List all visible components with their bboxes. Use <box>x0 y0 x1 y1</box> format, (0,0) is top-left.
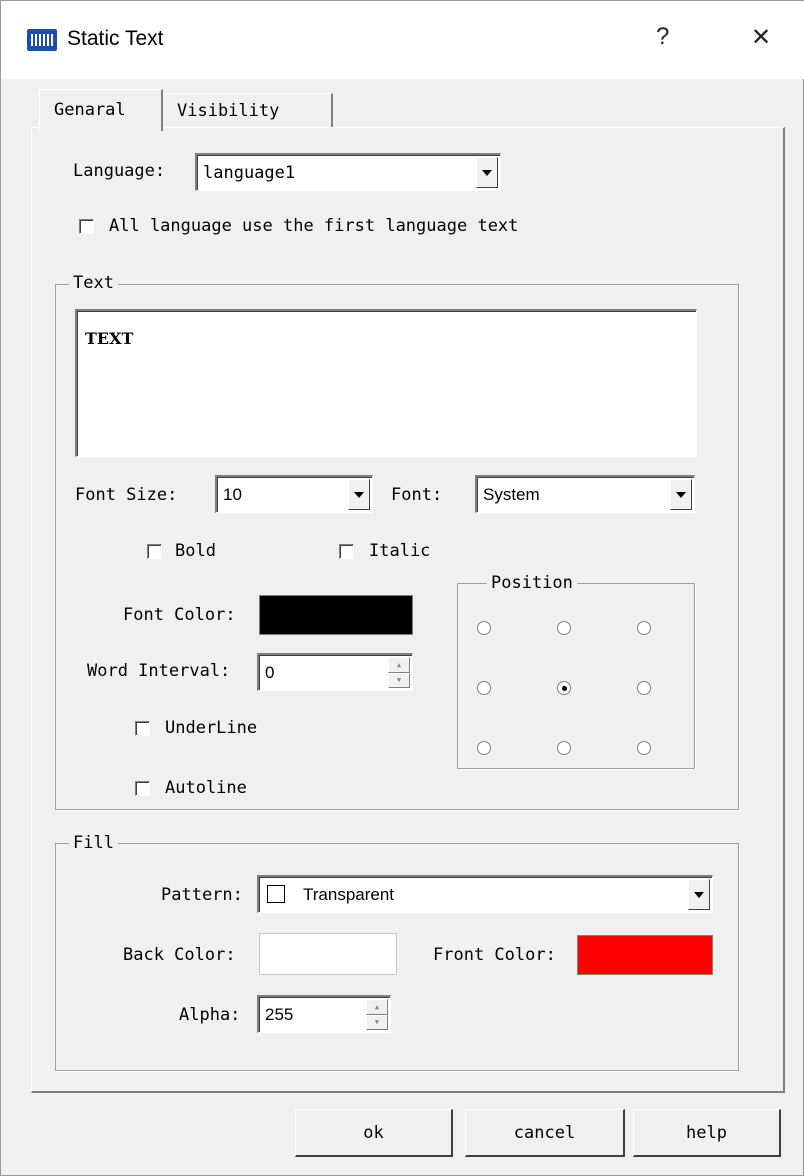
spin-up-icon[interactable]: ▲ <box>388 657 410 673</box>
close-icon[interactable]: ✕ <box>751 23 771 52</box>
position-radio-top-right[interactable] <box>637 621 651 635</box>
spin-down-icon[interactable]: ▼ <box>388 672 410 688</box>
language-dropdown[interactable]: language1 <box>195 153 501 191</box>
position-radio-middle-left[interactable] <box>477 681 491 695</box>
language-value: language1 <box>203 162 296 183</box>
spin-down-icon[interactable]: ▼ <box>366 1014 388 1030</box>
help-icon[interactable]: ? <box>656 23 669 51</box>
alpha-label: Alpha: <box>179 1005 241 1025</box>
autoline-checkbox[interactable] <box>135 781 150 796</box>
bold-checkbox[interactable] <box>147 544 162 559</box>
word-interval-label: Word Interval: <box>87 661 231 681</box>
pattern-swatch <box>267 885 285 903</box>
font-size-label: Font Size: <box>75 485 178 505</box>
text-content-value: TEXT <box>85 329 134 348</box>
bold-label: Bold <box>175 541 216 561</box>
position-radio-top-center[interactable] <box>557 621 571 635</box>
position-radio-top-left[interactable] <box>477 621 491 635</box>
back-color-label: Back Color: <box>123 945 236 965</box>
font-size-dropdown[interactable]: 10 <box>215 475 373 513</box>
font-color-swatch[interactable] <box>259 595 413 635</box>
alpha-stepper[interactable]: 255 ▲ ▼ <box>257 995 391 1033</box>
chevron-down-icon[interactable] <box>348 479 370 510</box>
pattern-label: Pattern: <box>161 885 243 905</box>
window-title: Static Text <box>67 27 164 50</box>
chevron-down-icon[interactable] <box>670 479 692 510</box>
help-button[interactable]: help <box>633 1109 781 1157</box>
word-interval-value: 0 <box>265 662 275 682</box>
chevron-down-icon[interactable] <box>476 157 498 188</box>
font-value: System <box>483 484 540 504</box>
italic-checkbox[interactable] <box>339 544 354 559</box>
word-interval-stepper[interactable]: 0 ▲ ▼ <box>257 653 413 691</box>
tab-visibility[interactable]: Visibility <box>163 93 333 127</box>
all-language-checkbox[interactable] <box>79 219 94 234</box>
spin-up-icon[interactable]: ▲ <box>366 999 388 1015</box>
radio-dot-icon <box>561 685 567 691</box>
position-legend: Position <box>487 573 577 593</box>
cancel-button[interactable]: cancel <box>465 1109 625 1157</box>
font-size-value: 10 <box>223 484 242 504</box>
autoline-label: Autoline <box>165 778 247 798</box>
title-bar: Static Text ? ✕ <box>1 1 804 79</box>
front-color-label: Front Color: <box>433 945 556 965</box>
front-color-swatch[interactable] <box>577 935 713 975</box>
underline-label: UnderLine <box>165 718 258 738</box>
all-language-label: All language use the first language text <box>109 216 519 236</box>
fill-group-legend: Fill <box>69 833 118 853</box>
position-radio-bottom-right[interactable] <box>637 741 651 755</box>
pattern-dropdown[interactable]: Transparent <box>257 875 713 913</box>
position-radio-bottom-left[interactable] <box>477 741 491 755</box>
italic-label: Italic <box>369 541 431 561</box>
dialog-window: Static Text ? ✕ Genaral Visibility Langu… <box>0 0 804 1176</box>
text-group-legend: Text <box>69 273 118 293</box>
underline-checkbox[interactable] <box>135 721 150 736</box>
pattern-value: Transparent <box>303 884 395 904</box>
chevron-down-icon[interactable] <box>688 879 710 910</box>
position-radio-middle-right[interactable] <box>637 681 651 695</box>
position-group <box>457 583 695 769</box>
text-content-area[interactable]: TEXT <box>75 309 697 457</box>
language-label: Language: <box>73 161 166 181</box>
font-dropdown[interactable]: System <box>475 475 695 513</box>
back-color-swatch[interactable] <box>259 933 397 975</box>
font-label: Font: <box>391 485 443 505</box>
position-radio-bottom-center[interactable] <box>557 741 571 755</box>
alpha-value: 255 <box>265 1004 294 1024</box>
position-radio-middle-center[interactable] <box>557 681 571 695</box>
hmi-app-icon <box>27 29 57 51</box>
ok-button[interactable]: ok <box>295 1109 453 1157</box>
tab-general[interactable]: Genaral <box>39 89 163 131</box>
font-color-label: Font Color: <box>123 605 236 625</box>
